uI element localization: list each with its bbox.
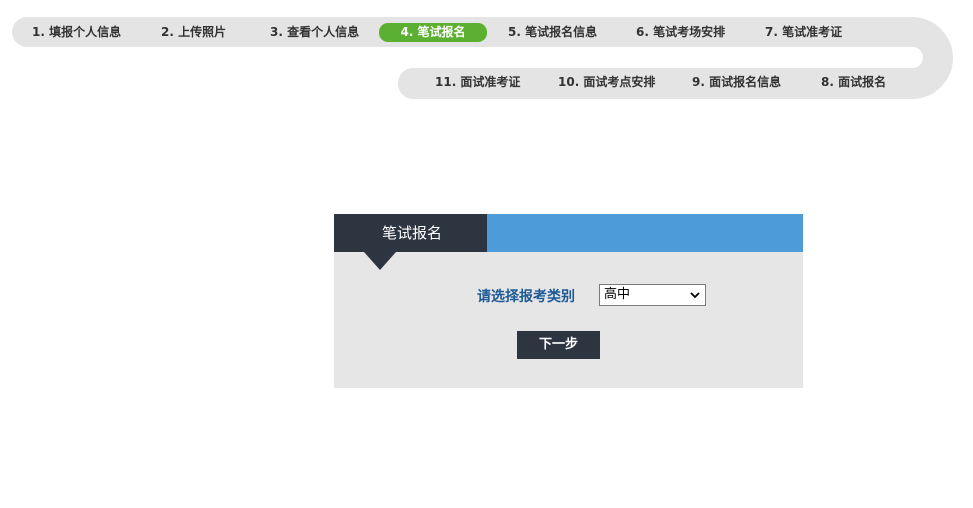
step-3-view-info[interactable]: 3. 查看个人信息 xyxy=(264,21,365,43)
next-step-button[interactable]: 下一步 xyxy=(517,331,600,359)
chevron-down-icon xyxy=(690,292,700,299)
page: 1. 填报个人信息 2. 上传照片 3. 查看个人信息 4. 笔试报名 5. 笔… xyxy=(0,0,973,508)
category-select-value: 高中 xyxy=(604,287,631,302)
step-1-fill-info[interactable]: 1. 填报个人信息 xyxy=(26,21,127,43)
step-4-written-registration[interactable]: 4. 笔试报名 xyxy=(379,23,487,42)
step-11-interview-admission-ticket[interactable]: 11. 面试准考证 xyxy=(429,71,526,93)
step-8-interview-registration[interactable]: 8. 面试报名 xyxy=(815,71,892,93)
step-2-upload-photo[interactable]: 2. 上传照片 xyxy=(155,21,232,43)
category-select[interactable]: 高中 xyxy=(599,284,706,306)
step-6-written-exam-arrangement[interactable]: 6. 笔试考场安排 xyxy=(630,21,731,43)
panel-tab-pointer xyxy=(364,252,396,270)
step-5-written-registration-info[interactable]: 5. 笔试报名信息 xyxy=(502,21,603,43)
category-form-row: 请选择报考类别 高中 xyxy=(334,284,803,308)
step-7-written-admission-ticket[interactable]: 7. 笔试准考证 xyxy=(759,21,848,43)
registration-panel: 笔试报名 请选择报考类别 高中 下一步 xyxy=(334,214,803,388)
category-label: 请选择报考类别 xyxy=(477,289,575,305)
panel-header: 笔试报名 xyxy=(334,214,803,252)
panel-title: 笔试报名 xyxy=(334,214,487,252)
step-10-interview-venue-arrangement[interactable]: 10. 面试考点安排 xyxy=(552,71,661,93)
step-9-interview-registration-info[interactable]: 9. 面试报名信息 xyxy=(686,71,787,93)
step-track-gap xyxy=(820,47,923,68)
